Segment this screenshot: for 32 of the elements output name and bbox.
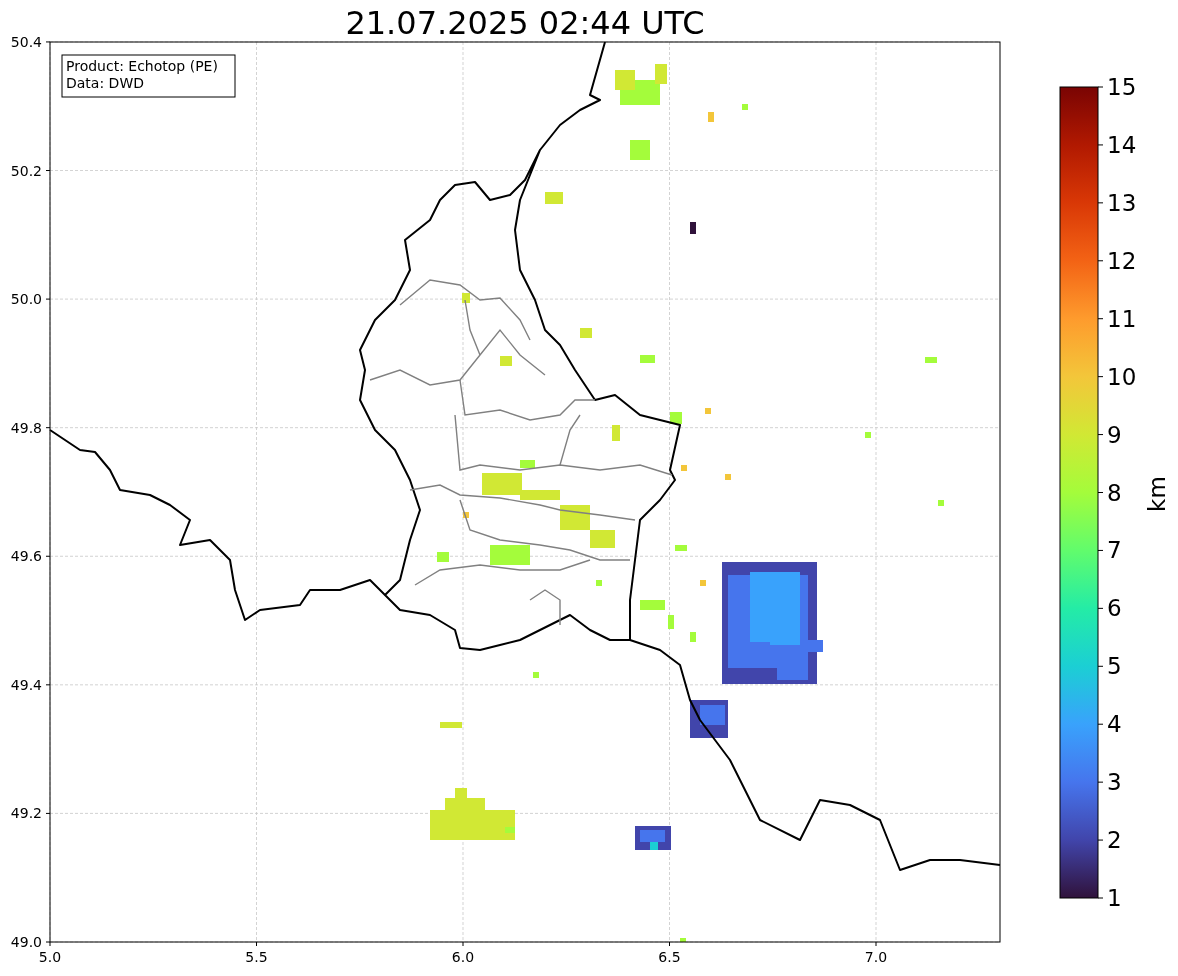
colorbar-tick-label: 13 xyxy=(1107,189,1137,216)
y-axis-label: 49.6 xyxy=(10,548,42,565)
chart-title: 21.07.2025 02:44 UTC xyxy=(345,4,705,42)
y-axis-label: 49.2 xyxy=(10,805,42,822)
colorbar-tick-label: 12 xyxy=(1107,247,1137,274)
info-text: Product: Echotop (PE) xyxy=(66,58,218,74)
x-axis-label: 6.5 xyxy=(658,949,681,965)
colorbar-tick-label: 3 xyxy=(1107,769,1122,796)
y-axis-label: 49.0 xyxy=(10,934,42,950)
y-axis-label: 50.4 xyxy=(10,33,42,50)
colorbar-tick-label: 1 xyxy=(1107,885,1122,911)
y-axis-label: 50.2 xyxy=(10,162,42,179)
colorbar-tick-label: 6 xyxy=(1107,595,1122,622)
x-axis-label: 5.0 xyxy=(38,949,62,965)
colorbar-tick-label: 15 xyxy=(1107,74,1137,100)
colorbar-tick-label: 10 xyxy=(1107,363,1137,390)
colorbar-tick-label: 11 xyxy=(1107,305,1137,332)
y-axis-label: 50.0 xyxy=(10,291,42,308)
x-axis-label: 7.0 xyxy=(864,949,888,965)
colorbar-tick-label: 14 xyxy=(1107,131,1137,158)
colorbar-tick-label: 5 xyxy=(1107,653,1122,680)
colorbar-tick-label: 7 xyxy=(1107,537,1122,564)
x-axis-label: 5.5 xyxy=(245,949,268,965)
colorbar-tick-label: 4 xyxy=(1107,711,1122,738)
colorbar-tick-label: 2 xyxy=(1107,827,1122,854)
y-axis-label: 49.4 xyxy=(10,676,42,693)
colorbar-tick-label: 9 xyxy=(1107,421,1122,448)
colorbar-tick-label: 8 xyxy=(1107,479,1122,506)
info-text: Data: DWD xyxy=(66,75,144,91)
x-axis-label: 6.0 xyxy=(451,949,475,965)
colorbar-label: km xyxy=(1144,476,1170,512)
y-axis-label: 49.8 xyxy=(10,419,42,436)
